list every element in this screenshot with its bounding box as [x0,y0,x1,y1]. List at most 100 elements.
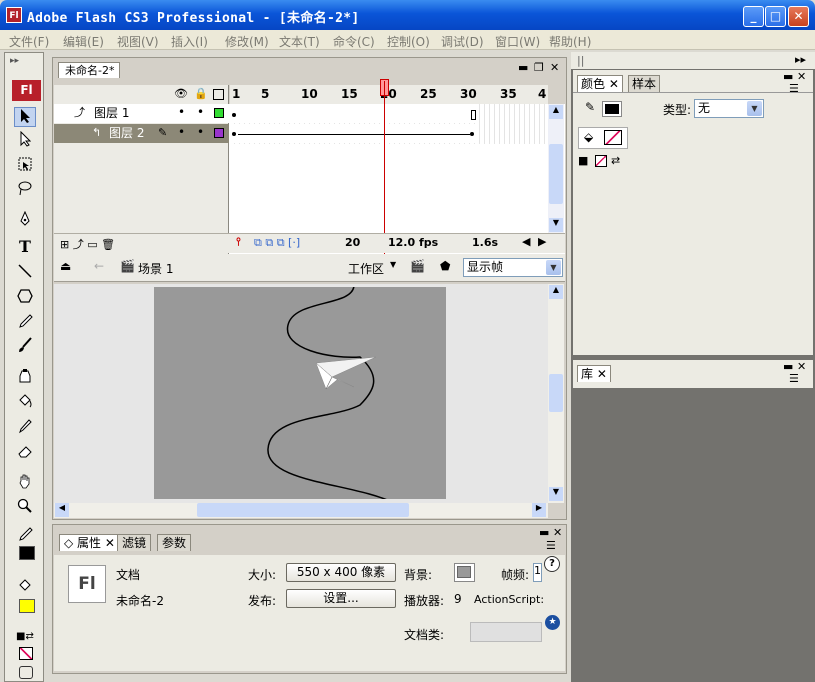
scroll-left-icon[interactable]: ◀ [55,503,69,517]
doc-close-icon[interactable]: ✕ [550,61,559,74]
lock-dot[interactable]: • [197,123,204,141]
doc-minimize-icon[interactable]: ▬ [518,61,528,74]
frame-grid[interactable] [230,104,548,254]
swap-colors-icon[interactable]: ⇄ [611,154,620,167]
add-layer-icon[interactable]: ⊞ ⤴ ▭ 🗑 [60,236,115,252]
onion-skin-icons[interactable]: ⧉ ⧉ ⧉ [·] [254,236,300,250]
no-color-icon[interactable] [595,155,607,167]
visibility-dot[interactable]: • [178,123,185,141]
default-colors-icon[interactable]: ■ [578,154,588,167]
dock-grip-icon[interactable]: || [577,54,584,67]
scroll-right-icon[interactable]: ▶ [532,503,546,517]
scroll-up-icon[interactable]: ▲ [549,105,563,119]
back-arrow-icon[interactable]: ← [94,259,104,273]
layer-1-frame-span[interactable] [230,104,476,123]
toolbox-grip-icon[interactable]: ▸▸ [10,56,19,66]
tab-swatches[interactable]: 样本 [628,75,661,92]
menu-file[interactable]: 文件(F) [9,33,49,50]
keyframe[interactable] [470,132,474,136]
paper-plane-symbol[interactable] [315,356,377,390]
expand-icon[interactable]: ★ [545,615,560,630]
motion-guide-path[interactable] [154,284,446,503]
eraser-tool-icon[interactable] [14,443,36,463]
pen-tool-icon[interactable] [14,210,36,231]
scroll-thumb[interactable] [549,144,563,204]
panel-menu-icon[interactable]: ☰ [789,372,799,385]
menu-debug[interactable]: 调试(D) [441,33,484,50]
tab-color[interactable]: 颜色 ✕ [577,75,623,92]
center-frame-icon[interactable]: ⫯ [236,235,241,249]
menu-control[interactable]: 控制(O) [387,33,430,50]
publish-settings-button[interactable]: 设置... [286,589,396,608]
layer-row-1[interactable]: ⤴ 图层 1 • • [54,104,229,123]
minimize-button[interactable]: _ [743,6,764,27]
polystar-tool-icon[interactable] [14,288,36,308]
zoom-select[interactable]: 显示帧 ▼ [463,258,563,277]
scroll-left-icon[interactable]: ◀ [522,235,530,248]
lock-icon[interactable]: 🔒 [194,87,208,100]
zoom-tool-icon[interactable] [14,498,36,518]
brush-tool-icon[interactable] [14,337,36,357]
document-tab[interactable]: 未命名-2* [58,62,120,78]
menu-window[interactable]: 窗口(W) [495,33,540,50]
layer-row-2[interactable]: ↰ 图层 2 ✎ • • [54,124,229,143]
stroke-color-picker[interactable] [602,101,622,117]
edit-scene-icon[interactable]: 🎬 [410,259,425,273]
dock-collapse-icon[interactable]: ▸▸ [795,53,806,66]
scroll-down-icon[interactable]: ▼ [549,487,563,501]
edit-symbol-icon[interactable]: ⬟ [440,259,450,273]
document-class-input[interactable] [470,622,542,642]
selection-tool-icon[interactable] [14,107,36,127]
tab-filters[interactable]: 滤镜 [117,534,152,551]
panel-menu-icon[interactable]: ☰ [546,539,556,552]
doc-restore-icon[interactable]: ❐ [534,61,544,74]
pencil-tool-icon[interactable] [14,313,36,333]
text-tool-icon[interactable]: T [14,237,36,257]
scroll-up-icon[interactable]: ▲ [549,285,563,299]
outline-icon[interactable] [213,89,224,100]
tab-properties[interactable]: ◇ 属性 ✕ [59,534,120,551]
panel-close-icon[interactable]: ✕ [553,526,562,539]
visibility-dot[interactable]: • [178,103,185,121]
eye-icon[interactable]: 👁 [174,87,188,100]
no-color-icon[interactable] [19,647,33,660]
help-icon[interactable]: ? [544,556,560,572]
fill-color-swatch[interactable] [19,599,35,613]
line-tool-icon[interactable] [14,263,36,283]
snap-icon[interactable] [19,666,33,679]
tab-library[interactable]: 库 ✕ [577,365,611,382]
panel-minimize-icon[interactable]: ▬ [539,526,549,539]
lasso-tool-icon[interactable] [14,180,36,200]
stage-hscroll[interactable]: ◀ ▶ [54,503,548,518]
layer-color-swatch[interactable] [214,108,224,118]
tab-parameters[interactable]: 参数 [157,534,192,551]
ink-bottle-tool-icon[interactable] [14,368,36,388]
scroll-thumb[interactable] [549,374,563,412]
free-transform-tool-icon[interactable] [14,156,36,176]
stage-vscroll[interactable]: ▲ ▼ [548,284,564,503]
frame-rate-input[interactable]: 1 [533,563,542,582]
fill-type-select[interactable]: 无 ▼ [694,99,764,118]
menu-commands[interactable]: 命令(C) [333,33,375,50]
workspace-menu[interactable]: 工作区 [348,260,384,277]
menu-insert[interactable]: 插入(I) [171,33,208,50]
stroke-color-swatch[interactable] [19,546,35,560]
frame-ruler[interactable]: 1 5 10 15 20 25 30 35 4 [230,85,548,104]
menu-help[interactable]: 帮助(H) [549,33,591,50]
subselection-tool-icon[interactable] [14,130,36,151]
menu-text[interactable]: 文本(T) [279,33,320,50]
close-button[interactable]: ✕ [788,6,809,27]
timeline-vscroll[interactable]: ▲ ▼ [548,104,564,234]
lock-dot[interactable]: • [197,103,204,121]
pasteboard[interactable] [54,284,548,503]
scroll-right-icon[interactable]: ▶ [538,235,546,248]
scroll-thumb[interactable] [197,503,409,517]
keyframe[interactable] [232,113,236,117]
fill-color-row[interactable]: ⬙ [578,127,628,149]
menu-view[interactable]: 视图(V) [117,33,159,50]
menu-edit[interactable]: 编辑(E) [63,33,104,50]
swap-colors-icon[interactable]: ■⇄ [16,631,34,642]
size-button[interactable]: 550 x 400 像素 [286,563,396,582]
end-frame[interactable] [471,110,476,120]
paint-bucket-tool-icon[interactable] [14,393,36,413]
